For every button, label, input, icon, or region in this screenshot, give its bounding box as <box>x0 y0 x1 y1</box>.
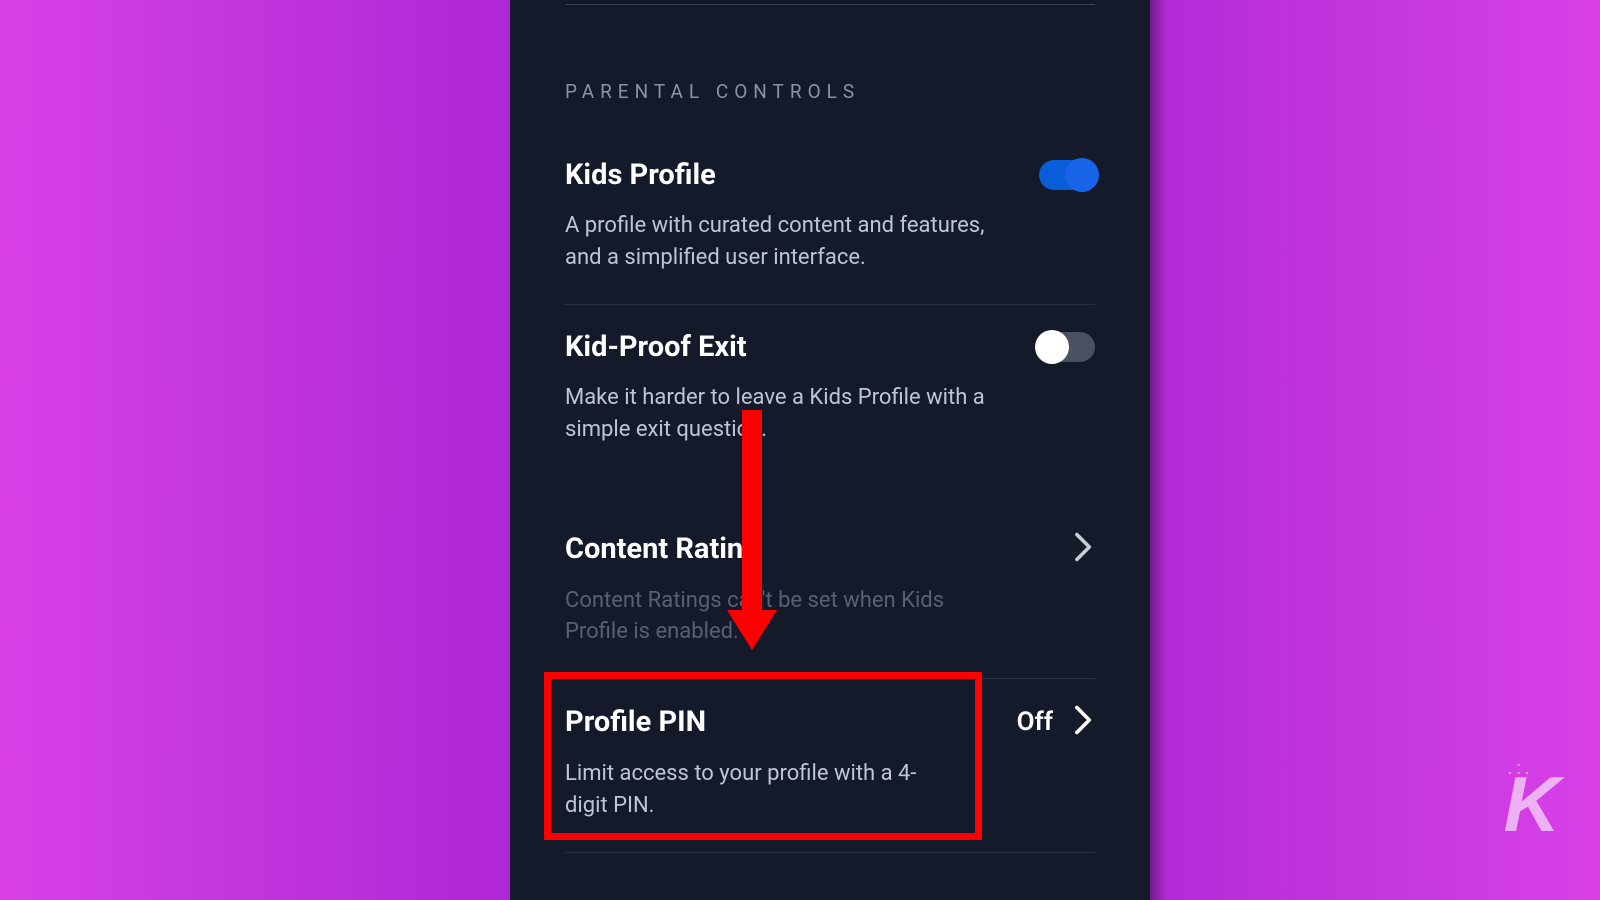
chevron-right-icon <box>1073 531 1095 567</box>
content-rating-row[interactable]: Content Rating Content Ratings can't be … <box>565 506 1095 680</box>
kids-profile-title: Kids Profile <box>565 158 716 192</box>
kids-profile-row: Kids Profile A profile with curated cont… <box>565 158 1095 305</box>
profile-pin-row[interactable]: Profile PIN Off Limit access to your pro… <box>565 679 1095 853</box>
kids-profile-desc: A profile with curated content and featu… <box>565 210 985 274</box>
top-divider <box>565 4 1095 5</box>
kid-proof-exit-row: Kid-Proof Exit Make it harder to leave a… <box>565 305 1095 476</box>
settings-panel: PARENTAL CONTROLS Kids Profile A profile… <box>510 0 1150 900</box>
section-heading: PARENTAL CONTROLS <box>565 80 1095 103</box>
content-rating-desc: Content Ratings can't be set when Kids P… <box>565 585 985 649</box>
kids-profile-toggle[interactable] <box>1039 160 1095 190</box>
profile-pin-status: Off <box>1017 707 1053 737</box>
content-rating-title: Content Rating <box>565 532 760 566</box>
kid-proof-exit-title: Kid-Proof Exit <box>565 330 747 364</box>
panel-shadow <box>1150 0 1168 900</box>
toggle-knob <box>1065 158 1099 192</box>
toggle-knob <box>1035 330 1069 364</box>
kid-proof-exit-desc: Make it harder to leave a Kids Profile w… <box>565 382 985 446</box>
profile-pin-desc: Limit access to your profile with a 4-di… <box>565 758 955 822</box>
chevron-right-icon <box>1073 704 1095 740</box>
kid-proof-exit-toggle[interactable] <box>1039 332 1095 362</box>
watermark: .:. K <box>1504 758 1560 850</box>
profile-pin-title: Profile PIN <box>565 705 706 739</box>
watermark-letter: K <box>1504 759 1560 850</box>
